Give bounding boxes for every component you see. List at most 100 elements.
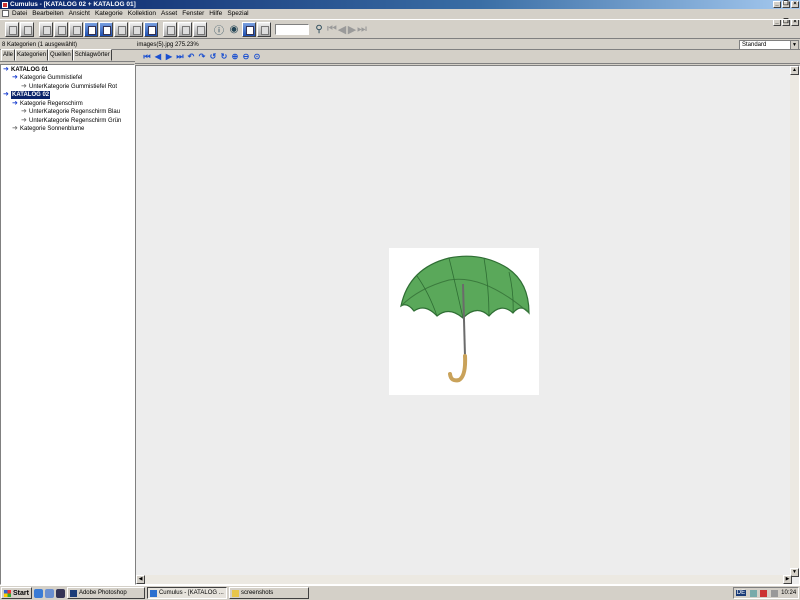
start-button[interactable]: Start	[1, 587, 32, 599]
task-screenshots[interactable]: screenshots	[228, 587, 309, 599]
last-image-icon[interactable]: ⏭	[175, 52, 185, 62]
view-thumbnails-icon[interactable]	[114, 21, 128, 37]
expanded-arrow-icon[interactable]: ➜	[12, 100, 20, 108]
previous-record-icon[interactable]: ◀	[337, 23, 347, 36]
expanded-arrow-icon[interactable]: ➜	[12, 74, 20, 82]
horizontal-scrollbar[interactable]: ◀ ▶	[136, 575, 792, 584]
security-icon[interactable]	[760, 589, 768, 597]
record-edit-icon[interactable]	[193, 21, 207, 37]
view-mode-value: Standard	[742, 41, 767, 48]
menu-kategorie[interactable]: Kategorie	[95, 9, 123, 18]
view-mode-select[interactable]: Standard ▼	[739, 39, 799, 50]
info-icon[interactable]: ⓘ	[212, 22, 226, 37]
open-catalog-icon[interactable]	[20, 21, 34, 37]
restore-button[interactable]: ❐	[782, 1, 790, 8]
record-copy-icon[interactable]	[178, 21, 192, 37]
view-full-icon[interactable]	[144, 21, 158, 37]
expanded-arrow-icon[interactable]: ➜	[3, 66, 11, 74]
expanded-arrow-icon[interactable]: ➜	[3, 91, 11, 99]
rotate-right-icon[interactable]: ↷	[197, 52, 207, 62]
menu-bearbeiten[interactable]: Bearbeiten	[32, 9, 63, 18]
task-adobe-photoshop[interactable]: Adobe Photoshop	[66, 587, 145, 599]
next-image-icon[interactable]: ▶	[164, 52, 174, 62]
rotate-left-icon[interactable]: ↶	[186, 52, 196, 62]
tree-node-label: UnterKategorie Regenschirm Grün	[29, 118, 122, 124]
slideshow-icon[interactable]	[242, 21, 256, 37]
mirror-icon[interactable]: ↻	[219, 52, 229, 62]
minimize-button[interactable]: _	[773, 1, 781, 8]
task-label: Adobe Photoshop	[78, 590, 127, 596]
first-record-icon[interactable]: ⏮	[327, 23, 337, 36]
preview-header: images(5).jpg 275.23% Standard ▼	[135, 39, 800, 50]
volume-icon[interactable]	[770, 589, 778, 597]
show-desktop-icon[interactable]	[55, 588, 65, 598]
window-controls: _ ❐ ×	[773, 1, 799, 8]
filter-icon[interactable]	[257, 21, 271, 37]
image-viewer: ▲ ▼ ◀ ▶	[135, 65, 800, 585]
tree-node-regenschirm-blau[interactable]: ➜ UnterKategorie Regenschirm Blau	[21, 108, 120, 116]
task-cumulus[interactable]: Cumulus - [KATALOG ...	[146, 587, 227, 599]
tree-node-label: Kategorie Regenschirm	[20, 101, 83, 107]
windows-logo-icon	[4, 589, 11, 597]
next-record-icon[interactable]: ▶	[347, 23, 357, 36]
chevron-down-icon[interactable]: ▼	[790, 40, 798, 49]
tree-node-sonnenblume[interactable]: ➜ Kategorie Sonnenblume	[12, 125, 84, 133]
zoom-in-icon[interactable]: ⊕	[230, 52, 240, 62]
collapsed-arrow-icon[interactable]: ➜	[21, 117, 29, 125]
view-list-icon[interactable]	[99, 21, 113, 37]
scroll-up-button[interactable]: ▲	[790, 66, 799, 75]
preview-toolbar: ⏮ ◀ ▶ ⏭ ↶ ↷ ↺ ↻ ⊕ ⊖ ⊙	[135, 50, 800, 64]
tab-alle[interactable]: Alle	[1, 49, 16, 61]
scroll-right-button[interactable]: ▶	[783, 575, 792, 584]
tab-kategorien[interactable]: Kategorien	[15, 49, 49, 61]
zoom-out-icon[interactable]: ⊖	[241, 52, 251, 62]
menu-asset[interactable]: Asset	[161, 9, 177, 18]
fit-to-window-icon[interactable]: ⊙	[252, 52, 262, 62]
collapsed-arrow-icon[interactable]: ➜	[21, 108, 29, 116]
network-icon[interactable]	[749, 589, 757, 597]
tab-quellen[interactable]: Quellen	[48, 49, 73, 61]
view-preview-icon[interactable]	[129, 21, 143, 37]
menu-spezial[interactable]: Spezial	[227, 9, 248, 18]
language-indicator[interactable]: DE	[735, 590, 747, 596]
eye-icon[interactable]: ◉	[227, 22, 241, 37]
internet-explorer-icon[interactable]	[33, 588, 43, 598]
close-button[interactable]: ×	[791, 1, 799, 8]
catalog-assets-icon[interactable]	[39, 21, 53, 37]
tree-node-katalog-01[interactable]: ➜ KATALOG 01	[3, 66, 48, 74]
tree-node-label: Kategorie Sonnenblume	[20, 126, 85, 132]
umbrella-image	[389, 248, 539, 395]
tree-node-gummistiefel-rot[interactable]: ➜ UnterKategorie Gummistiefel Rot	[21, 83, 117, 91]
first-image-icon[interactable]: ⏮	[142, 52, 152, 62]
last-record-icon[interactable]: ⏭	[357, 23, 367, 36]
document-icon[interactable]	[2, 10, 9, 17]
flip-icon[interactable]: ↺	[208, 52, 218, 62]
scroll-left-button[interactable]: ◀	[136, 575, 145, 584]
new-catalog-icon[interactable]	[5, 21, 19, 37]
view-details-icon[interactable]	[84, 21, 98, 37]
tree-node-label: KATALOG 01	[11, 67, 49, 73]
quick-search-input[interactable]	[275, 23, 309, 35]
tab-schlagwoerter[interactable]: Schlagwörter	[72, 49, 112, 61]
tree-node-regenschirm[interactable]: ➜ Kategorie Regenschirm	[12, 100, 83, 108]
collapsed-arrow-icon[interactable]: ➜	[21, 83, 29, 91]
menu-fenster[interactable]: Fenster	[182, 9, 204, 18]
search-icon[interactable]: ⚲	[312, 22, 326, 37]
tree-node-gummistiefel[interactable]: ➜ Kategorie Gummistiefel	[12, 74, 82, 82]
folder-icon	[231, 589, 239, 597]
collapsed-arrow-icon[interactable]: ➜	[12, 125, 20, 133]
cumulus-icon	[149, 589, 157, 597]
print-icon[interactable]	[69, 21, 83, 37]
vertical-scrollbar[interactable]: ▲ ▼	[790, 66, 799, 577]
previous-image-icon[interactable]: ◀	[153, 52, 163, 62]
system-tray: DE 10:24	[733, 587, 799, 599]
menu-datei[interactable]: Datei	[12, 9, 27, 18]
menu-hilfe[interactable]: Hilfe	[209, 9, 222, 18]
tree-node-regenschirm-gruen[interactable]: ➜ UnterKategorie Regenschirm Grün	[21, 117, 121, 125]
record-icon[interactable]	[163, 21, 177, 37]
tree-node-katalog-02[interactable]: ➜ KATALOG 02	[3, 91, 51, 99]
menu-ansicht[interactable]: Ansicht	[69, 9, 90, 18]
outlook-icon[interactable]	[44, 588, 54, 598]
menu-kollektion[interactable]: Kollektion	[128, 9, 156, 18]
binoculars-icon[interactable]	[54, 21, 68, 37]
